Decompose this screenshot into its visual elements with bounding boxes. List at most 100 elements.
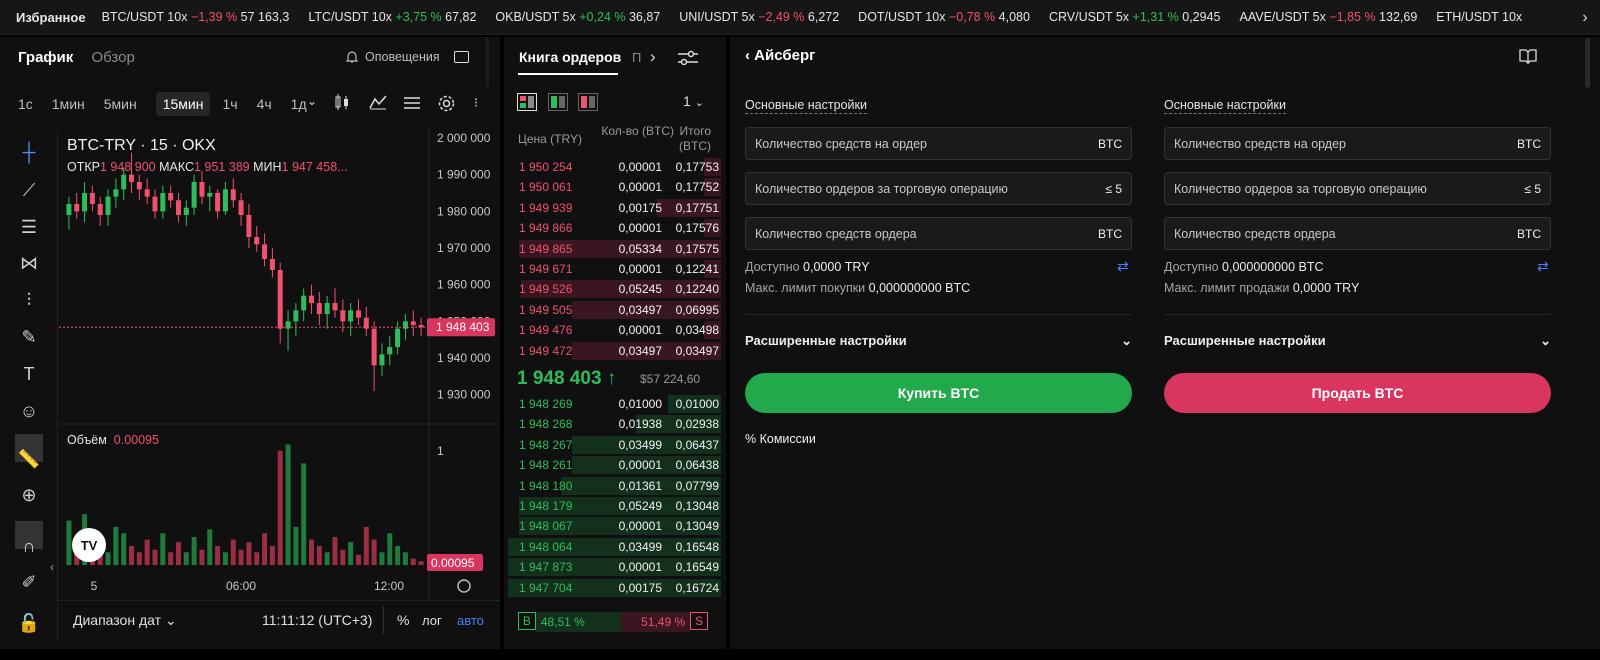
ticker-item[interactable]: BTC/USDT 10x −1,39 % 57 163,3 (102, 10, 290, 24)
chevron-right-icon[interactable]: › (650, 47, 656, 67)
ticker-item[interactable]: DOT/USDT 10x −0,78 % 4,080 (858, 10, 1030, 24)
tab-trades[interactable]: П (632, 50, 641, 65)
book-row[interactable]: 1 949 671 0,00001 0,12241 (508, 259, 721, 279)
back-button[interactable]: ‹ Айсберг (745, 47, 815, 64)
settings-gear-icon[interactable] (438, 95, 455, 112)
sell-amount-per-order-field[interactable]: Количество средств на ордер BTC (1164, 127, 1551, 160)
crosshair-icon[interactable]: ┼ (15, 138, 43, 166)
book-row[interactable]: 1 948 268 0,01938 0,02938 (508, 414, 721, 434)
tab-overview[interactable]: Обзор (91, 49, 134, 66)
tradingview-logo[interactable]: TV (72, 528, 106, 562)
book-row[interactable]: 1 948 180 0,01361 0,07799 (508, 476, 721, 496)
magnet-icon[interactable]: ∩ (15, 532, 43, 560)
book-row[interactable]: 1 949 939 0,00175 0,17751 (508, 198, 721, 218)
favorites-label[interactable]: Избранное (0, 10, 102, 25)
indicators-icon[interactable] (369, 94, 387, 110)
tab-chart[interactable]: График (18, 49, 73, 66)
transfer-icon[interactable]: ⇄ (1537, 258, 1549, 275)
alerts-button[interactable]: Оповещения (345, 50, 440, 64)
ticker-item[interactable]: UNI/USDT 5x −2,49 % 6,272 (679, 10, 839, 24)
book-row[interactable]: 1 949 526 0,05245 0,12240 (508, 279, 721, 299)
zoom-in-icon[interactable]: ⊕ (15, 481, 43, 509)
window-icon[interactable] (454, 51, 469, 63)
pattern-icon[interactable]: ⋈ (15, 249, 43, 277)
chevron-right-icon[interactable]: › (1570, 0, 1600, 34)
price-chart[interactable]: 2 000 000 1 990 000 1 980 000 1 970 000 1 96… (59, 128, 500, 608)
lock-icon[interactable]: 🔓 (15, 609, 43, 637)
candle (238, 200, 244, 215)
timeframe-5[interactable]: 4ч (257, 96, 272, 112)
horizontal-lines-icon[interactable]: ☰ (15, 213, 43, 241)
auto-toggle[interactable]: авто (457, 613, 484, 628)
row-qty: 0,00175 (618, 200, 662, 215)
ticker-item[interactable]: ETH/USDT 10x (1436, 10, 1522, 24)
book-row[interactable]: 1 949 866 0,00001 0,17576 (508, 218, 721, 238)
book-row[interactable]: 1 948 269 0,01000 0,01000 (508, 394, 721, 414)
fees-link[interactable]: % Комиссии (745, 432, 816, 446)
book-bids-icon[interactable] (548, 93, 568, 111)
timeframe-6[interactable]: 1д (291, 96, 307, 112)
buy-advanced-settings[interactable]: Расширенные настройки ⌄ (745, 333, 1132, 349)
tab-order-book[interactable]: Книга ордеров (519, 49, 621, 65)
timeframe-2[interactable]: 5мин (104, 96, 137, 112)
timeframe-0[interactable]: 1с (18, 96, 33, 112)
low-value: 1 947 458... (281, 160, 348, 174)
text-tool-icon[interactable]: T (15, 360, 43, 388)
buy-amount-per-order-field[interactable]: Количество средств на ордер BTC (745, 127, 1132, 160)
timeframe-3[interactable]: 15мин (155, 92, 211, 116)
volume-bar (222, 552, 228, 565)
date-range-button[interactable]: Диапазон дат ⌄ (73, 612, 177, 629)
filter-sliders-icon[interactable] (678, 50, 698, 66)
book-row[interactable]: 1 949 472 0,03497 0,03497 (508, 341, 721, 361)
book-guide-icon[interactable] (1519, 48, 1537, 64)
ticker-item[interactable]: CRV/USDT 5x +1,31 % 0,2945 (1049, 10, 1221, 24)
fib-icon[interactable]: ⫶ (15, 286, 43, 314)
ruler-icon[interactable]: 📏 (15, 445, 43, 473)
book-both-icon[interactable] (517, 93, 537, 111)
timeframe-1[interactable]: 1мин (52, 96, 85, 112)
book-row[interactable]: 1 948 067 0,00001 0,13049 (508, 516, 721, 536)
book-row[interactable]: 1 949 865 0,05334 0,17575 (508, 239, 721, 259)
scrollbar[interactable] (1585, 38, 1590, 88)
layout-icon[interactable] (404, 96, 420, 110)
percent-toggle[interactable]: % (397, 612, 409, 628)
book-row[interactable]: 1 948 064 0,03499 0,16548 (508, 537, 721, 557)
mid-price[interactable]: 1 948 403 ↑ (517, 368, 616, 390)
book-row[interactable]: 1 948 179 0,05249 0,13048 (508, 496, 721, 516)
buy-button[interactable]: Купить BTC (745, 373, 1132, 413)
collapse-icon[interactable]: ‹ (50, 560, 54, 574)
trend-line-icon[interactable]: ⟋ (15, 176, 43, 204)
lock-drawing-icon[interactable]: ✐ (15, 568, 43, 596)
ticker-item[interactable]: OKB/USDT 5x +0,24 % 36,87 (495, 10, 660, 24)
candlestick-type-icon[interactable] (334, 94, 350, 110)
book-row[interactable]: 1 950 061 0,00001 0,17752 (508, 177, 721, 197)
book-row[interactable]: 1 950 254 0,00001 0,17753 (508, 157, 721, 177)
book-row[interactable]: 1 948 267 0,03499 0,06437 (508, 435, 721, 455)
ticker-item[interactable]: LTC/USDT 10x +3,75 % 67,82 (308, 10, 476, 24)
chevron-down-icon[interactable]: ⌄ (307, 94, 317, 108)
book-row[interactable]: 1 949 476 0,00001 0,03498 (508, 320, 721, 340)
book-row[interactable]: 1 949 505 0,03497 0,06995 (508, 300, 721, 320)
timeframe-4[interactable]: 1ч (222, 96, 237, 112)
buy-orders-count-field[interactable]: Количество ордеров за торговую операцию ≤… (745, 172, 1132, 205)
sell-button[interactable]: Продать BTC (1164, 373, 1551, 413)
log-toggle[interactable]: лог (422, 613, 442, 628)
brush-icon[interactable]: ✎ (15, 323, 43, 351)
sell-advanced-settings[interactable]: Расширенные настройки ⌄ (1164, 333, 1551, 349)
row-qty: 0,00001 (618, 160, 662, 174)
emoji-icon[interactable]: ☺ (15, 397, 43, 425)
depth-select[interactable]: 1 ⌄ (683, 93, 704, 109)
clock[interactable]: 11:11:12 (UTC+3) (262, 612, 372, 628)
row-total: 0,01000 (675, 397, 719, 411)
book-asks-icon[interactable] (578, 93, 598, 111)
book-row[interactable]: 1 947 704 0,00175 0,16724 (508, 578, 721, 598)
sell-orders-count-field[interactable]: Количество ордеров за торговую операцию ≤… (1164, 172, 1551, 205)
more-icon[interactable]: ⁝ (474, 95, 478, 111)
book-row[interactable]: 1 948 261 0,00001 0,06438 (508, 455, 721, 475)
buy-order-amount-field[interactable]: Количество средств ордера BTC (745, 217, 1132, 250)
book-row[interactable]: 1 947 873 0,00001 0,16549 (508, 557, 721, 577)
ticker-item[interactable]: AAVE/USDT 5x −1,85 % 132,69 (1239, 10, 1417, 24)
divider (745, 314, 1132, 315)
transfer-icon[interactable]: ⇄ (1117, 258, 1129, 275)
sell-order-amount-field[interactable]: Количество средств ордера BTC (1164, 217, 1551, 250)
